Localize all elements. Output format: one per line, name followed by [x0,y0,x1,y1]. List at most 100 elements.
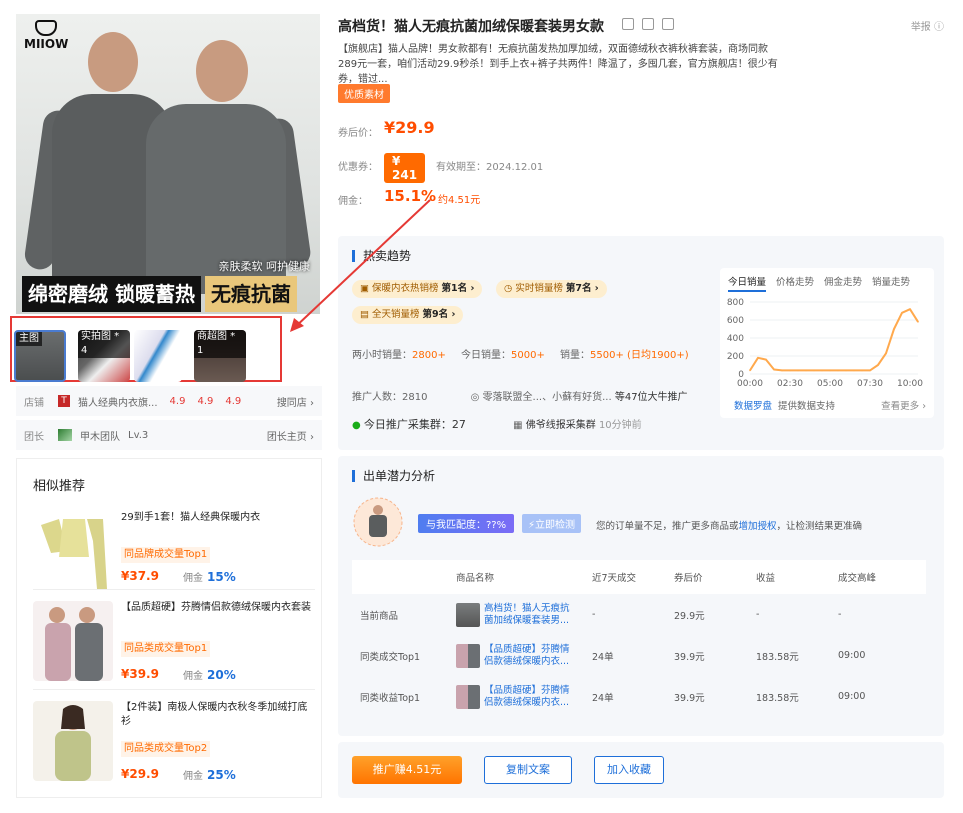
fire-icon: ▣ [360,283,372,294]
shop-score: 4.9 [225,395,242,407]
col-header: 成交高峰 [830,560,926,594]
row-label: 当前商品 [360,610,399,622]
row-peak: 09:00 [838,691,866,702]
similar-item-title: 29到手1套！猫人经典保暖内衣 [121,512,261,523]
shop-name[interactable]: 猫人经典内衣旗... [78,394,158,409]
promoters-value: 2810 [402,392,428,403]
sales-value: 5500+ (日均1900+) [590,350,689,361]
detect-now-button[interactable]: ⚡立即检测 [522,514,582,533]
sales-data-point [749,369,751,372]
row-product[interactable]: 【品质超硬】芬腾情侣款德绒保暖内衣... [448,676,584,717]
thumbnail-tag: 实拍图 * 4 [78,330,130,358]
title-actions [622,18,674,30]
thumbnail-strip: 主图 实拍图 * 4 商超图 * 1 [10,316,282,382]
rank-pill[interactable]: ▤ 全天销量榜 第9名 › [352,306,464,324]
thumbnail-mall[interactable]: 商超图 * 1 [194,330,246,382]
analysis-hint: 您的订单量不足，推广更多商品或增加授权，让检测结果更准确 [596,518,862,532]
row-label: 同类成交Top1 [360,651,421,663]
similar-item-commission: 佣金 20% [183,667,236,682]
col-header: 商品名称 [448,560,584,594]
banner-right-text: 无痕抗菌 [204,276,297,312]
document-icon[interactable] [642,18,654,30]
thumbnail-main[interactable]: 主图 [14,330,66,382]
sales-data-point [773,368,775,371]
table-row: 同类收益Top1 【品质超硬】芬腾情侣款德绒保暖内衣... 24单 39.9元 … [352,676,926,717]
team-name[interactable]: 甲木团队 [80,428,120,443]
similar-item-commission: 佣金 15% [183,569,236,584]
col-header [352,560,448,594]
copy-text-button[interactable]: 复制文案 [484,756,572,784]
after-coupon-label: 券后价： [338,128,378,139]
row-peak: - [838,609,842,620]
divider [33,589,315,590]
row-income: - [756,609,760,620]
shop-label: 店铺 [24,397,44,409]
product-title: 高档货！猫人无痕抗菌加绒保暖套装男女款 [338,19,604,35]
coupon-value[interactable]: ¥ 241 [384,153,426,183]
add-favorite-button[interactable]: 加入收藏 [594,756,664,784]
row-price: 39.9元 [674,651,705,663]
promote-button[interactable]: 推广赚4.51元 [352,756,462,784]
similar-item-badge: 同品类成交量Top1 [121,641,211,657]
sales-data-point [805,369,807,372]
commission-row: 佣金： 15.1% 约4.51元 [338,187,480,207]
row-label: 同类收益Top1 [360,692,421,704]
y-tick-label: 600 [727,316,744,326]
row-product[interactable]: 【品质超硬】芬腾情侣款德绒保暖内衣... [448,635,584,676]
rank-position: 第7名 › [565,283,599,294]
action-bar: 推广赚4.51元 复制文案 加入收藏 [338,742,944,798]
group-time: 10分钟前 [598,420,642,431]
tab-price-trend[interactable]: 价格走势 [776,274,814,292]
similar-item[interactable]: 【2件装】南极人保暖内衣秋冬季加绒打底衫 同品类成交量Top2 ¥29.9 佣金… [33,701,315,783]
report-link[interactable]: 举报 ⓘ [911,18,944,33]
x-tick-label: 00:00 [737,379,763,389]
group-name[interactable]: 佛爷线报采集群 [526,420,596,431]
chart-source-tail: 提供数据支持 [778,401,836,412]
similar-item-commission: 佣金 25% [183,767,236,782]
coupon-valid-until: 有效期至：2024.12.01 [436,162,544,173]
tab-sales-trend[interactable]: 销量走势 [872,274,910,292]
clock-icon: ◷ [504,283,516,294]
team-home-link[interactable]: 团长主页 › [267,428,314,443]
thumbnail-detail[interactable] [134,330,182,382]
shop-row: 店铺 T 猫人经典内衣旗... 4.9 4.9 4.9 搜同店 › [16,386,322,416]
similar-item-badge: 同品类成交量Top2 [121,741,211,757]
sales-data-point [901,312,903,314]
row-product[interactable]: 高档货！猫人无痕抗菌加绒保暖套装男... [448,594,584,635]
bookmark-icon[interactable] [662,18,674,30]
sales-data-point [861,369,863,372]
thumbnail-real-shot[interactable]: 实拍图 * 4 [78,330,130,382]
similar-item-image [33,601,113,681]
promoter-avatar-icon: ◎ [470,392,480,403]
chart-source: 数据罗盘 提供数据支持 [734,398,835,412]
quality-badge: 优质素材 [338,84,390,103]
row-income: 183.58元 [756,692,799,704]
promoters-names[interactable]: 零落联盟全...、小蘇有好货... [483,392,612,403]
divider [33,689,315,690]
tab-today-sales[interactable]: 今日销量 [728,274,767,292]
tab-commission-trend[interactable]: 佣金走势 [824,274,862,292]
chart-more-link[interactable]: 查看更多 › [881,398,926,412]
copy-icon[interactable] [622,18,634,30]
rank-pill[interactable]: ◷ 实时销量榜 第7名 › [496,280,607,298]
similar-item[interactable]: 【品质超硬】芬腾情侣款德绒保暖内衣套装 同品类成交量Top1 ¥39.9 佣金 2… [33,601,315,683]
analysis-title: 出单潜力分析 [352,470,435,482]
chart-source-brand[interactable]: 数据罗盘 [734,401,772,412]
main-product-image[interactable]: MIIOW 亲肤柔软 呵护健康 绵密磨绒 锁暖蓄热 无痕抗菌 [16,14,320,314]
x-tick-label: 05:00 [817,379,843,389]
team-level: Lv.3 [128,429,149,441]
chart-tabs: 今日销量 价格走势 佣金走势 销量走势 [728,274,910,292]
similar-item[interactable]: 29到手1套！猫人经典保暖内衣 同品牌成交量Top1 ¥37.9 佣金 15% [33,511,315,593]
group-label: 今日推广采集群： [363,418,452,431]
rank-pill[interactable]: ▣ 保暖内衣热销榜 第1名 › [352,280,483,298]
search-same-shop-link[interactable]: 搜同店 › [277,394,314,409]
two-hour-label: 两小时销量： [352,350,412,361]
coupon-label: 优惠券： [338,162,378,173]
table-row: 当前商品 高档货！猫人无痕抗菌加绒保暖套装男... - 29.9元 - - [352,594,926,635]
group-avatar-icon: ▦ [513,420,523,431]
increase-auth-link[interactable]: 增加授权 [739,521,777,532]
rank-name: 保暖内衣热销榜 [372,283,439,294]
table-row: 同类成交Top1 【品质超硬】芬腾情侣款德绒保暖内衣... 24单 39.9元 … [352,635,926,676]
similar-item-title: 【品质超硬】芬腾情侣款德绒保暖内衣套装 [121,602,311,613]
y-tick-label: 200 [727,352,744,362]
